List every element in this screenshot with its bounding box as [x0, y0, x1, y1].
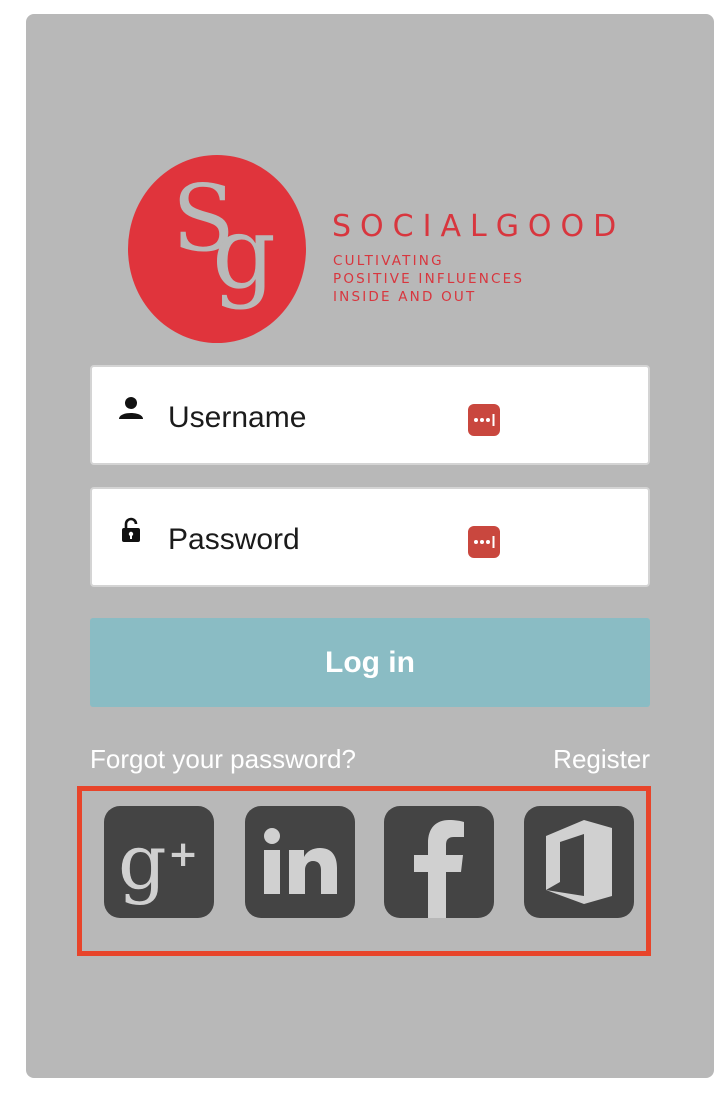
password-manager-icon[interactable]: [468, 526, 500, 558]
password-manager-icon[interactable]: [468, 404, 500, 436]
password-input[interactable]: [168, 513, 458, 567]
brand-name: SOCIALGOOD: [332, 209, 626, 244]
svg-text:g: g: [212, 194, 276, 311]
person-icon: [119, 397, 143, 419]
linkedin-icon: [264, 828, 337, 894]
register-link[interactable]: Register: [553, 744, 650, 775]
forgot-password-link[interactable]: Forgot your password?: [90, 744, 356, 775]
svg-text:+: +: [168, 834, 198, 875]
office-icon: [546, 820, 612, 904]
username-field[interactable]: [90, 365, 650, 465]
username-input[interactable]: [168, 391, 458, 445]
google-plus-icon: g +: [118, 817, 198, 906]
login-button[interactable]: Log in: [90, 618, 650, 707]
office-button[interactable]: [524, 806, 634, 918]
password-field[interactable]: [90, 487, 650, 587]
brand-tagline: CULTIVATING POSITIVE INFLUENCES INSIDE A…: [333, 252, 524, 306]
tagline-line-1: CULTIVATING: [333, 253, 444, 269]
padlock-icon: [122, 517, 140, 542]
svg-text:g: g: [118, 817, 167, 906]
facebook-button[interactable]: [384, 806, 494, 918]
tagline-line-3: INSIDE AND OUT: [333, 289, 477, 305]
linkedin-button[interactable]: [245, 806, 355, 918]
logo-circle: S g: [128, 155, 306, 343]
tagline-line-2: POSITIVE INFLUENCES: [333, 271, 525, 287]
logo-monogram: S g: [172, 165, 276, 311]
facebook-icon: [414, 820, 464, 918]
google-plus-button[interactable]: g +: [104, 806, 214, 918]
